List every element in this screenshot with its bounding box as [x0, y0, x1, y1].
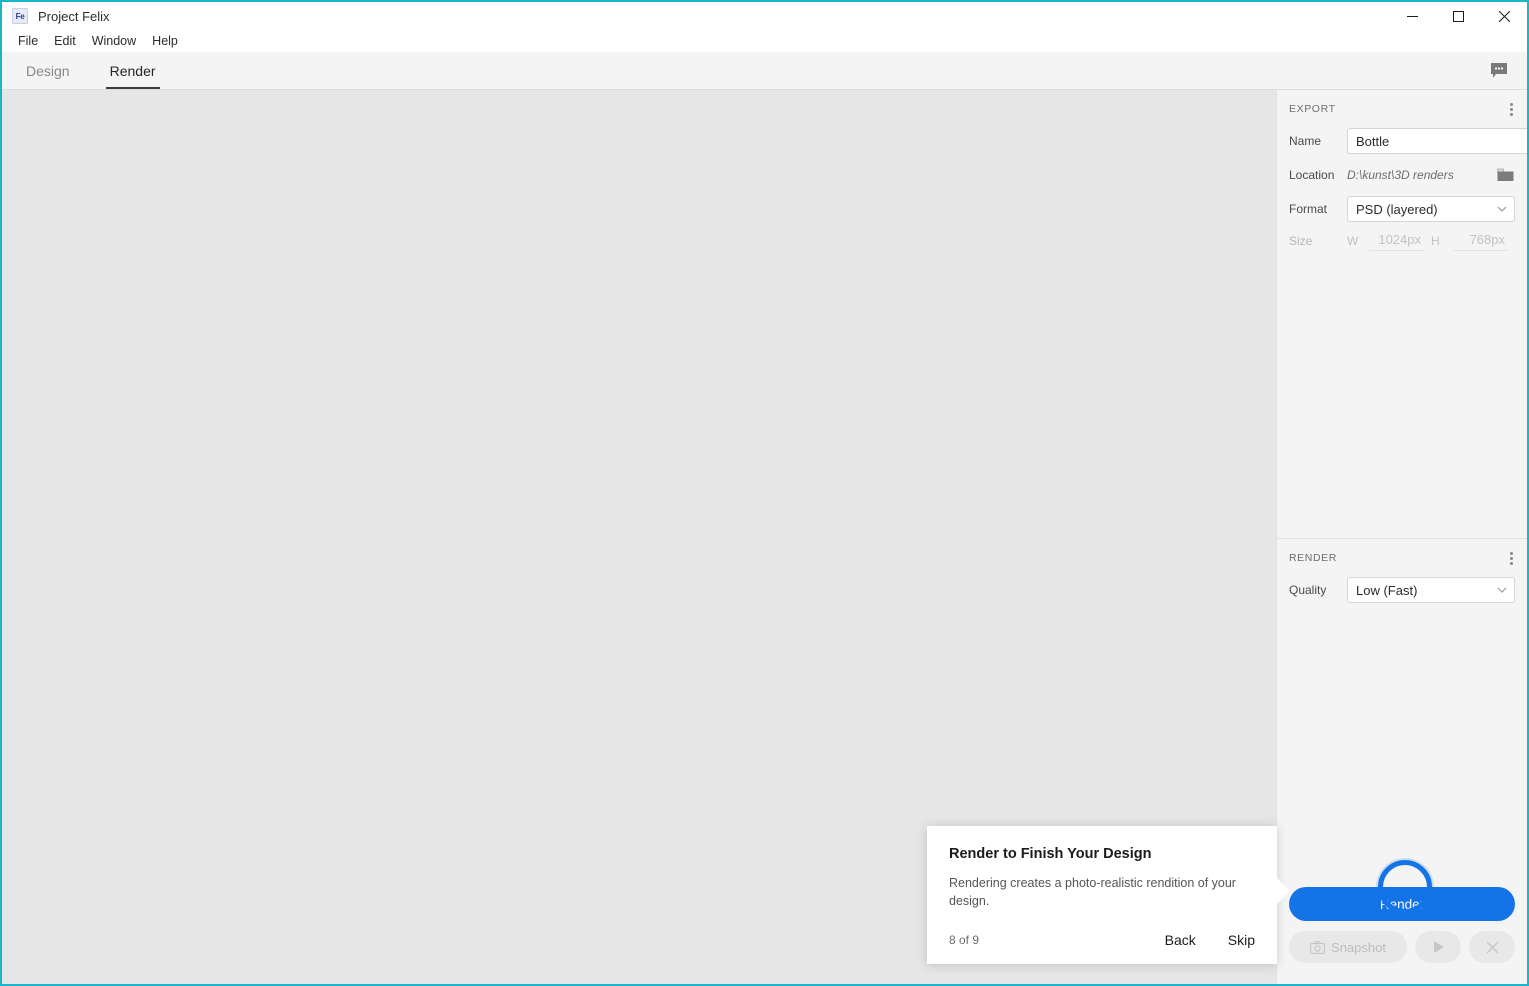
render-panel-menu-button[interactable]: [1508, 548, 1515, 569]
render-button[interactable]: Render: [1289, 887, 1515, 921]
render-secondary-actions: Snapshot: [1289, 931, 1515, 963]
kebab-dot: [1510, 102, 1513, 106]
play-icon: [1433, 941, 1444, 953]
export-location-value: D:\kunst\3D renders: [1347, 168, 1454, 182]
export-height-tag: H: [1431, 234, 1440, 248]
folder-icon: [1496, 168, 1513, 181]
export-location-browse-button[interactable]: [1495, 166, 1515, 184]
export-location-row: Location D:\kunst\3D renders: [1277, 158, 1527, 192]
render-actions: Render Snapshot: [1277, 887, 1527, 963]
snapshot-button[interactable]: Snapshot: [1289, 931, 1407, 963]
coachmark-footer: 8 of 9 Back Skip: [949, 932, 1255, 948]
export-format-row: Format PSD (layered): [1277, 192, 1527, 226]
export-panel-menu-button[interactable]: [1508, 99, 1515, 120]
export-name-label: Name: [1289, 134, 1322, 148]
minimize-button[interactable]: [1389, 1, 1435, 31]
snapshot-button-label: Snapshot: [1331, 939, 1386, 955]
tab-bar-right-actions: [1489, 52, 1527, 89]
export-name-input[interactable]: [1347, 128, 1527, 154]
render-panel: RENDER Quality Low (Fast): [1277, 538, 1527, 607]
export-panel-title: EXPORT: [1289, 103, 1336, 115]
render-panel-title: RENDER: [1289, 552, 1337, 564]
maximize-icon: [1452, 10, 1464, 22]
export-location-label: Location: [1289, 168, 1335, 182]
close-button[interactable]: [1481, 1, 1527, 31]
application-window: Fe Project Felix File Edit Window Help D…: [0, 0, 1529, 986]
menu-item-help[interactable]: Help: [144, 32, 186, 50]
camera-icon: [1310, 940, 1325, 954]
tab-design[interactable]: Design: [10, 52, 86, 89]
export-panel-header: EXPORT: [1277, 94, 1527, 124]
close-icon: [1498, 10, 1510, 22]
menu-item-file[interactable]: File: [10, 32, 46, 50]
app-icon: Fe: [12, 8, 28, 24]
tab-render[interactable]: Render: [94, 52, 172, 89]
export-width-tag: W: [1347, 234, 1359, 248]
cancel-render-button[interactable]: [1469, 931, 1515, 963]
close-x-icon: [1486, 941, 1498, 953]
kebab-dot: [1510, 107, 1513, 111]
kebab-dot: [1510, 561, 1513, 565]
feedback-button[interactable]: [1489, 62, 1509, 80]
export-panel: EXPORT Name Location D:\kunst\3D renders: [1277, 94, 1527, 256]
menu-item-window[interactable]: Window: [84, 32, 144, 50]
coachmark-back-button[interactable]: Back: [1165, 932, 1196, 948]
coachmark-tooltip: Render to Finish Your Design Rendering c…: [927, 826, 1290, 965]
minimize-icon: [1406, 15, 1418, 17]
coachmark-body: Rendering creates a photo-realistic rend…: [949, 876, 1236, 909]
maximize-button[interactable]: [1435, 1, 1481, 31]
export-height-value: 768px: [1453, 232, 1509, 251]
kebab-dot: [1510, 551, 1513, 555]
export-size-row: Size W 1024px H 768px: [1277, 226, 1527, 256]
export-format-value: PSD (layered): [1347, 196, 1515, 222]
coachmark-title: Render to Finish Your Design: [949, 846, 1152, 862]
export-name-row: Name: [1277, 124, 1527, 158]
workspace-tab-bar: Design Render: [2, 52, 1527, 90]
play-render-button[interactable]: [1415, 931, 1461, 963]
menu-item-edit[interactable]: Edit: [46, 32, 84, 50]
menu-bar: File Edit Window Help: [2, 30, 1527, 52]
right-properties-panel: EXPORT Name Location D:\kunst\3D renders: [1276, 90, 1527, 984]
kebab-dot: [1510, 112, 1513, 116]
title-bar: Fe Project Felix: [2, 0, 1527, 30]
window-controls: [1389, 1, 1527, 31]
speech-bubble-icon: [1491, 62, 1507, 78]
render-quality-value: Low (Fast): [1347, 577, 1515, 603]
export-format-label: Format: [1289, 202, 1328, 216]
export-format-select[interactable]: PSD (layered): [1347, 196, 1515, 222]
coachmark-step-counter: 8 of 9: [949, 933, 980, 948]
render-quality-label: Quality: [1289, 583, 1327, 597]
coachmark-actions: Back Skip: [1165, 932, 1255, 948]
render-panel-header: RENDER: [1277, 543, 1527, 573]
kebab-dot: [1510, 556, 1513, 560]
render-quality-row: Quality Low (Fast): [1277, 573, 1527, 607]
window-title: Project Felix: [38, 8, 110, 24]
export-width-value: 1024px: [1369, 232, 1425, 251]
render-quality-select[interactable]: Low (Fast): [1347, 577, 1515, 603]
export-size-label: Size: [1289, 234, 1313, 248]
coachmark-skip-button[interactable]: Skip: [1228, 932, 1255, 948]
